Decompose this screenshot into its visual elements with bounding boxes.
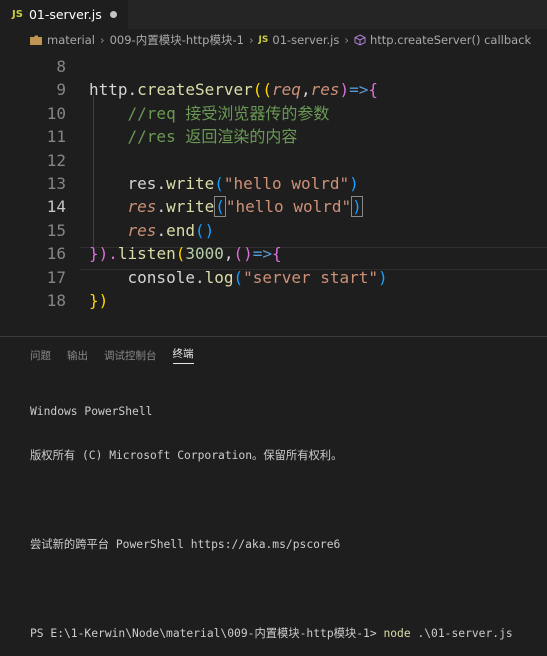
token-write: write bbox=[166, 174, 215, 193]
token-close: }). bbox=[89, 244, 118, 264]
line-number: 16 bbox=[46, 244, 66, 264]
terminal-prompt-line: PS E:\1-Kerwin\Node\material\009-内置模块-ht… bbox=[30, 627, 513, 642]
token-write: write bbox=[166, 197, 215, 217]
chevron-right-icon: › bbox=[248, 33, 254, 47]
tab-output[interactable]: 输出 bbox=[67, 348, 88, 363]
terminal-output[interactable]: Windows PowerShell 版权所有 (C) Microsoft Co… bbox=[30, 375, 513, 656]
token-brace: { bbox=[272, 244, 282, 264]
terminal-line: 版权所有 (C) Microsoft Corporation。保留所有权利。 bbox=[30, 448, 343, 462]
code-line-13[interactable]: res.write("hello wolrd") bbox=[89, 172, 359, 195]
folder-icon bbox=[30, 35, 42, 45]
tab-terminal[interactable]: 终端 bbox=[172, 346, 194, 364]
javascript-file-icon: JS bbox=[12, 9, 23, 20]
breadcrumb-symbol[interactable]: http.createServer() callback bbox=[370, 33, 531, 47]
token-end: end bbox=[166, 220, 195, 240]
code-line-18[interactable]: }) bbox=[89, 289, 108, 312]
token-paren: ( bbox=[175, 244, 186, 264]
code-line-9[interactable]: http.createServer((req,res)=>{ bbox=[89, 78, 378, 101]
token-res: res bbox=[127, 174, 157, 193]
tab-01-server-js[interactable]: JS 01-server.js bbox=[0, 0, 128, 29]
tab-title: 01-server.js bbox=[28, 7, 102, 22]
chevron-right-icon: › bbox=[344, 33, 349, 47]
token-string: "hello wolrd" bbox=[223, 174, 350, 193]
breadcrumb-file[interactable]: 01-server.js bbox=[272, 33, 339, 47]
token-log: log bbox=[204, 267, 234, 287]
token-paren: ) bbox=[339, 80, 350, 100]
line-number: 15 bbox=[46, 220, 66, 240]
token-res: res bbox=[310, 80, 340, 100]
token-req: req bbox=[272, 80, 301, 100]
token-paren-matched: ( bbox=[214, 196, 226, 218]
terminal-line: 尝试新的跨平台 PowerShell https://aka.ms/pscore… bbox=[30, 537, 341, 551]
token-dot: . bbox=[156, 220, 167, 240]
token-comma: , bbox=[300, 80, 311, 100]
token-dot: . bbox=[127, 80, 138, 100]
token-brace: { bbox=[368, 80, 379, 100]
token-paren-matched: ) bbox=[351, 196, 363, 218]
method-cube-icon bbox=[354, 34, 366, 46]
token-paren: ) bbox=[349, 174, 359, 193]
line-number-active: 14 bbox=[46, 197, 66, 217]
token-listen: listen bbox=[117, 244, 176, 264]
line-number: 9 bbox=[56, 80, 66, 100]
code-editor[interactable]: 8 9 10 11 12 13 14 15 16 17 18 http.crea… bbox=[0, 51, 547, 336]
line-number: 17 bbox=[46, 267, 66, 287]
code-line-14[interactable]: res.write("hello wolrd") bbox=[89, 195, 363, 218]
line-number: 12 bbox=[46, 150, 66, 170]
breadcrumb-folder-009[interactable]: 009-内置模块-http模块-1 bbox=[110, 32, 244, 48]
token-string: "hello wolrd" bbox=[225, 197, 352, 217]
terminal-command-arg: .\01-server.js bbox=[410, 626, 513, 640]
line-number: 13 bbox=[46, 174, 66, 193]
code-line-17[interactable]: console.log("server start") bbox=[89, 266, 388, 289]
line-number: 18 bbox=[46, 291, 66, 310]
code-line-15[interactable]: res.end() bbox=[89, 219, 215, 242]
token-number: 3000 bbox=[185, 244, 224, 264]
terminal-command: node bbox=[383, 626, 411, 640]
token-arrow: => bbox=[349, 80, 369, 100]
token-res: res bbox=[127, 197, 157, 217]
code-line-10[interactable]: //req 接受浏览器传的参数 bbox=[89, 102, 330, 125]
token-paren: ( bbox=[214, 174, 224, 193]
token-paren: (( bbox=[252, 80, 273, 100]
token-parens: () bbox=[233, 244, 253, 264]
token-paren: ( bbox=[233, 267, 244, 287]
chevron-right-icon: › bbox=[100, 33, 105, 47]
terminal-prompt: PS E:\1-Kerwin\Node\material\009-内置模块-ht… bbox=[30, 626, 384, 640]
token-paren: ) bbox=[378, 267, 388, 287]
token-string: "server start" bbox=[243, 267, 379, 287]
token-parens: () bbox=[194, 220, 215, 240]
panel-divider[interactable] bbox=[0, 336, 547, 337]
token-createServer: createServer bbox=[137, 80, 253, 100]
token-close: }) bbox=[89, 291, 109, 310]
breadcrumb-folder-material[interactable]: material bbox=[47, 33, 95, 47]
line-number: 10 bbox=[46, 103, 66, 123]
terminal-line: Windows PowerShell bbox=[30, 404, 153, 418]
token-arrow: => bbox=[252, 244, 273, 264]
code-line-16[interactable]: }).listen(3000,()=>{ bbox=[89, 242, 282, 265]
line-number: 8 bbox=[56, 57, 66, 76]
panel-tab-bar: 问题 输出 调试控制台 终端 bbox=[30, 344, 210, 366]
token-http: http bbox=[89, 80, 128, 100]
token-dot: . bbox=[156, 197, 167, 217]
comment-req: //req 接受浏览器传的参数 bbox=[127, 103, 330, 123]
token-res: res bbox=[127, 220, 157, 240]
javascript-file-icon: JS bbox=[258, 35, 269, 45]
comment-res: //res 返回渲染的内容 bbox=[127, 127, 298, 147]
breadcrumb: material › 009-内置模块-http模块-1 › JS 01-ser… bbox=[0, 29, 547, 51]
token-dot: . bbox=[156, 174, 167, 193]
token-console: console bbox=[127, 267, 195, 287]
line-number: 11 bbox=[46, 127, 66, 147]
tab-debug-console[interactable]: 调试控制台 bbox=[104, 348, 157, 363]
unsaved-dot-icon[interactable] bbox=[109, 11, 117, 18]
code-line-11[interactable]: //res 返回渲染的内容 bbox=[89, 125, 298, 148]
editor-tab-bar: JS 01-server.js bbox=[0, 0, 547, 29]
token-comma: , bbox=[223, 244, 234, 264]
tab-problems[interactable]: 问题 bbox=[30, 348, 51, 363]
token-dot: . bbox=[194, 267, 205, 287]
